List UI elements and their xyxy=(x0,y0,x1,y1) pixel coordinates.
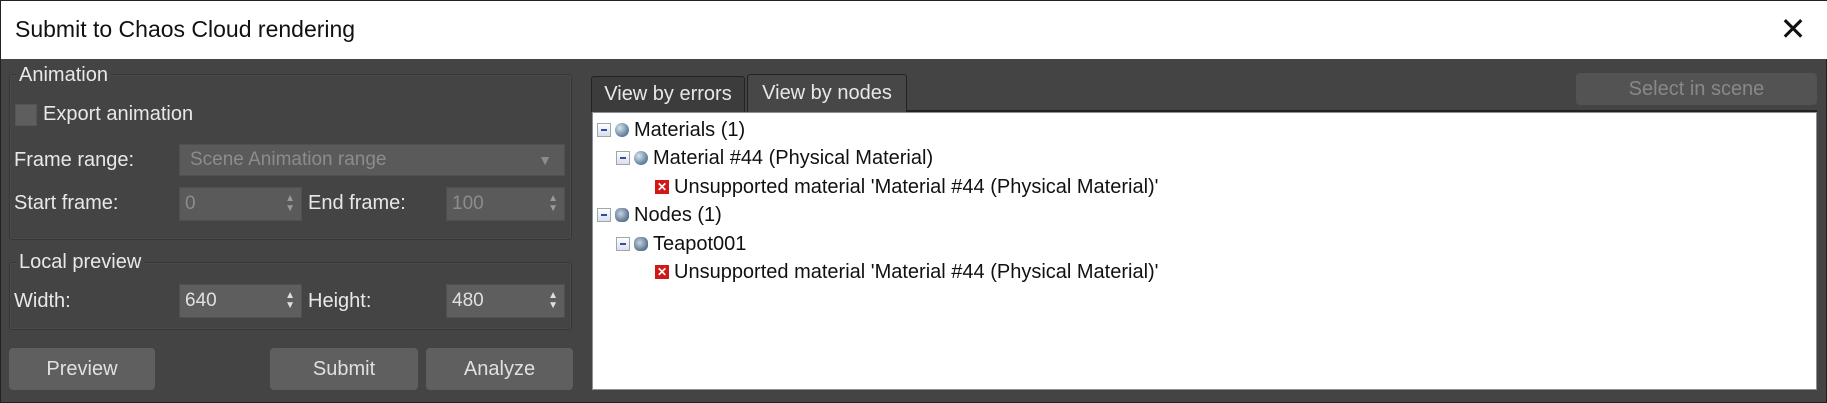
spinner-arrows-icon[interactable]: ▲ ▼ xyxy=(548,291,558,311)
local-preview-group-label: Local preview xyxy=(16,251,145,274)
width-spinner[interactable]: 640 ▲ ▼ xyxy=(179,284,302,318)
frame-range-value: Scene Animation range xyxy=(190,149,387,170)
end-frame-spinner[interactable]: 100 ▲ ▼ xyxy=(446,187,565,221)
node-icon xyxy=(634,237,648,251)
collapse-icon[interactable] xyxy=(597,208,611,222)
height-value: 480 xyxy=(452,290,484,311)
error-tree[interactable]: Materials (1) Material #44 (Physical Mat… xyxy=(592,112,1817,390)
title-bar: Submit to Chaos Cloud rendering ✕ xyxy=(1,1,1827,59)
error-icon: ✕ xyxy=(655,180,669,194)
width-label: Width: xyxy=(14,290,71,312)
start-frame-spinner[interactable]: 0 ▲ ▼ xyxy=(179,187,302,221)
export-animation-label: Export animation xyxy=(43,103,194,125)
height-spinner[interactable]: 480 ▲ ▼ xyxy=(446,284,565,318)
end-frame-label: End frame: xyxy=(308,192,406,214)
tree-item-label: Nodes (1) xyxy=(634,203,722,226)
tree-item[interactable]: ✕ Unsupported material 'Material #44 (Phy… xyxy=(655,258,1159,286)
height-label: Height: xyxy=(308,290,372,312)
frame-range-label: Frame range: xyxy=(14,149,135,171)
spinner-arrows-icon[interactable]: ▲ ▼ xyxy=(548,194,558,214)
collapse-icon[interactable] xyxy=(597,123,611,137)
start-frame-label: Start frame: xyxy=(14,192,119,214)
material-icon xyxy=(634,151,648,165)
tree-item[interactable]: Materials (1) xyxy=(597,116,745,144)
tree-item[interactable]: Teapot001 xyxy=(616,230,746,258)
collapse-icon[interactable] xyxy=(616,151,630,165)
window-title: Submit to Chaos Cloud rendering xyxy=(15,16,356,42)
analyze-button[interactable]: Analyze xyxy=(426,348,573,390)
end-frame-value: 100 xyxy=(452,193,484,214)
chevron-down-icon: ▼ xyxy=(538,152,552,168)
collapse-icon[interactable] xyxy=(616,237,630,251)
submit-button[interactable]: Submit xyxy=(270,348,418,390)
error-icon: ✕ xyxy=(655,265,669,279)
tree-item[interactable]: Material #44 (Physical Material) xyxy=(616,144,933,172)
tree-item-label: Materials (1) xyxy=(634,118,746,141)
preview-button[interactable]: Preview xyxy=(9,348,155,390)
animation-group-label: Animation xyxy=(16,64,111,87)
tab-view-by-errors[interactable]: View by errors xyxy=(591,76,745,112)
frame-range-dropdown[interactable]: Scene Animation range ▼ xyxy=(179,144,565,176)
tree-item-label: Unsupported material 'Material #44 (Phys… xyxy=(674,175,1159,198)
width-value: 640 xyxy=(185,290,217,311)
tree-item[interactable]: Nodes (1) xyxy=(597,201,722,229)
close-icon[interactable]: ✕ xyxy=(1777,13,1809,45)
select-in-scene-button[interactable]: Select in scene xyxy=(1576,73,1817,105)
tree-item-label: Material #44 (Physical Material) xyxy=(653,146,934,169)
tree-item-label: Teapot001 xyxy=(653,232,747,255)
spinner-arrows-icon[interactable]: ▲ ▼ xyxy=(285,291,295,311)
tree-item-label: Unsupported material 'Material #44 (Phys… xyxy=(674,260,1159,283)
start-frame-value: 0 xyxy=(185,193,196,214)
export-animation-checkbox[interactable] xyxy=(15,104,37,126)
tab-view-by-nodes[interactable]: View by nodes xyxy=(747,74,907,112)
spinner-arrows-icon[interactable]: ▲ ▼ xyxy=(285,194,295,214)
node-icon xyxy=(615,208,629,222)
tree-item[interactable]: ✕ Unsupported material 'Material #44 (Phy… xyxy=(655,173,1159,201)
material-icon xyxy=(615,123,629,137)
